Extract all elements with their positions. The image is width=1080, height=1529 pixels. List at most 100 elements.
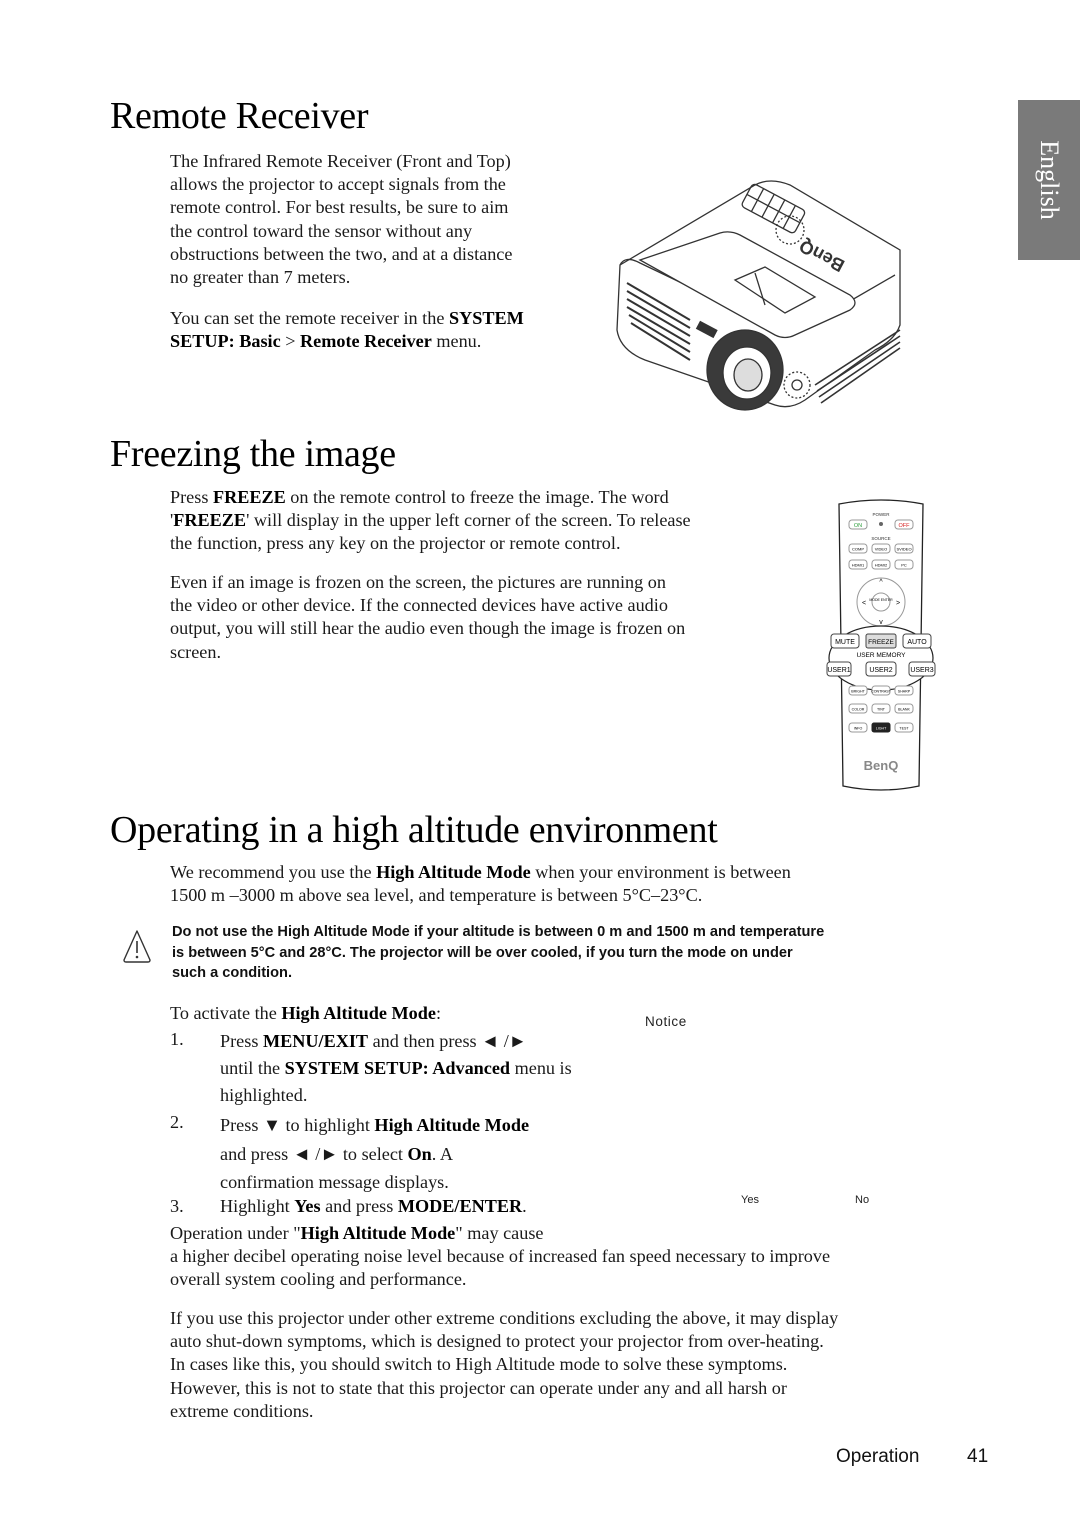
freeze-para2: Even if an image is frozen on the screen… [170,571,790,664]
remote-button: TEST [899,727,909,731]
remote-receiver-heading: Remote Receiver [110,95,369,137]
remote-enter-button: MODE ENTER [869,598,893,602]
dialog-notice-label: Notice [645,1014,687,1029]
high-altitude-heading: Operating in a high altitude environment [110,809,718,851]
text-line: The Infrared Remote Receiver (Front and … [170,151,511,171]
warning-note: Do not use the High Altitude Mode if you… [172,922,982,984]
language-tab: English [1018,100,1080,260]
remote-brand-logo: BenQ [864,758,899,773]
option-ref: On [407,1144,432,1164]
text: menu. [431,331,482,352]
mode-ref: High Altitude Mode [374,1115,530,1135]
menu-ref: Remote Receiver [300,331,432,352]
text: on the remote control to freeze the imag… [285,487,669,507]
text-line: extreme conditions. [170,1400,314,1421]
key-ref: FREEZE [212,487,286,507]
footer-section-name: Operation [836,1446,920,1467]
remote-button: BLANK [898,708,910,712]
remote-button: PC [901,563,907,568]
step-3: Highlight Yes and press MODE/ENTER. [220,1195,660,1218]
text-line: allows the projector to accept signals f… [170,174,506,195]
warning-icon [123,930,151,963]
freezing-heading: Freezing the image [110,433,396,475]
text-line: However, this is not to state that this … [170,1377,787,1398]
remote-receiver-para2: You can set the remote receiver in the S… [170,307,610,353]
text: until the [220,1058,285,1078]
dialog-no-button: No [855,1194,870,1206]
remote-label-user-memory: USER MEMORY [857,652,907,659]
text-line: If you use this projector under other ex… [170,1308,839,1328]
svg-text:<: < [862,600,866,607]
page-number: 41 [967,1446,989,1467]
text: . [522,1196,527,1216]
remote-button: SVIDEO [896,547,911,552]
altitude-intro: We recommend you use the High Altitude M… [170,861,970,907]
text: and then press ◄ /► [368,1031,527,1051]
text-line: output, you will still hear the audio ev… [170,618,686,639]
remote-freeze-button: FREEZE [868,639,894,646]
text: and press [320,1196,398,1216]
menu-ref: SETUP: Basic [170,331,281,352]
remote-button: LIGHT [876,727,887,731]
remote-receiver-para1: The Infrared Remote Receiver (Front and … [170,150,600,289]
text: ' will display in the upper left corner … [246,510,691,531]
text: " may cause [455,1223,544,1243]
remote-button: BRIGHT [851,690,865,694]
svg-text:>: > [896,600,900,607]
step-1: Press MENU/EXIT and then press ◄ /► unti… [220,1028,660,1109]
remote-label-power: POWER [872,512,890,517]
remote-button: USER3 [910,667,933,674]
remote-off-button: OFF [899,523,911,529]
text: . A [431,1144,454,1164]
text-line: the control toward the sensor without an… [170,220,473,241]
text: Operation under " [170,1223,301,1243]
text: Press ▼ to highlight [220,1115,375,1135]
text: : [435,1003,442,1023]
text-line: In cases like this, you should switch to… [170,1354,788,1375]
text: > [280,331,301,352]
mode-ref: High Altitude Mode [281,1003,436,1023]
remote-button: COMP [852,547,864,552]
text: You can set the remote receiver in the [170,308,449,328]
remote-auto-button: AUTO [907,639,927,646]
text-line: 1500 m –3000 m above sea level, and temp… [170,885,703,906]
text: We recommend you use the [170,862,377,882]
remote-button: VIDEO [875,547,887,552]
text-line: highlighted. [220,1085,308,1105]
key-ref: MODE/ENTER [397,1196,523,1216]
text: when your environment is between [530,862,791,882]
operation-note: Operation under "High Altitude Mode" may… [170,1222,990,1292]
svg-text:v: v [879,619,883,626]
remote-button: COLOR [852,708,865,712]
text-line: Do not use the High Altitude Mode if you… [172,924,825,940]
text-line: the function, press any key on the proje… [170,533,621,554]
key-ref: FREEZE [173,510,247,531]
text-line: confirmation message displays. [220,1172,449,1192]
mode-ref: High Altitude Mode [376,862,531,882]
text: Press [220,1031,263,1051]
text-line: obstructions between the two, and at a d… [170,243,513,264]
text-line: the video or other device. If the connec… [170,595,668,616]
text: To activate the [170,1003,282,1023]
remote-mute-button: MUTE [835,639,855,646]
projector-illustration: BenQ [616,180,901,411]
dialog-yes-button: Yes [741,1194,759,1206]
text-line: screen. [170,641,221,662]
activate-intro: To activate the High Altitude Mode: [170,1002,670,1025]
remote-control-illustration: POWER ON OFF SOURCE COMP VIDEO SVIDEO HD… [826,499,936,791]
text-line: remote control. For best results, be sur… [170,197,509,218]
text-line: is between 5°C and 28°C. The projector w… [172,944,793,961]
text-line: a higher decibel operating noise level b… [170,1246,831,1267]
key-ref: MENU/EXIT [262,1031,369,1051]
freeze-para1: Press FREEZE on the remote control to fr… [170,486,790,556]
remote-button: CONTRAST [871,690,892,694]
text-line: no greater than 7 meters. [170,267,351,288]
text: Highlight [220,1196,295,1216]
extreme-conditions-para: If you use this projector under other ex… [170,1307,990,1423]
text: Press [170,487,213,507]
text-line: auto shut-down symptoms, which is design… [170,1331,824,1352]
text-line: such a condition. [172,965,292,981]
remote-button: HDMI2 [875,563,888,568]
remote-button: HDMI1 [852,563,865,568]
step-number: 2. [170,1112,184,1132]
